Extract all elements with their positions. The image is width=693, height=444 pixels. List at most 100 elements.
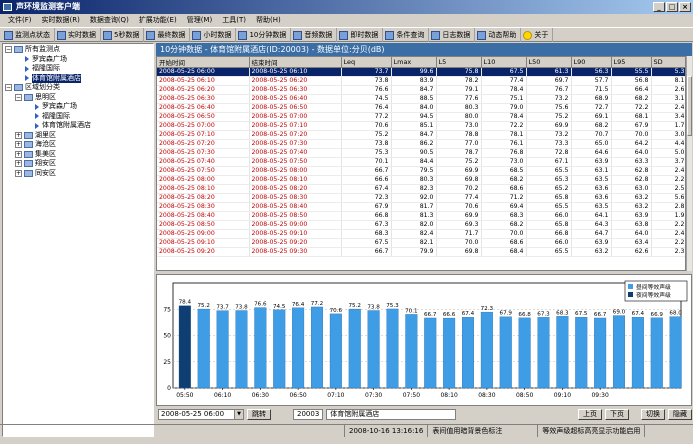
table-row[interactable]: 2008-05-25 06:20 2008-05-25 06:30 76.6 84.7… (157, 85, 685, 95)
toolbar-button[interactable]: 条件查询 (383, 28, 430, 42)
tree-node[interactable]: 福隆国际 (35, 112, 70, 121)
column-header[interactable]: L50 (526, 57, 572, 68)
table-row[interactable]: 2008-05-25 06:00 2008-05-25 06:10 73.7 99.6… (157, 67, 685, 77)
tree-node[interactable]: + 同安区 (15, 169, 56, 178)
table-cell: 2008-05-25 07:50 (157, 166, 250, 176)
table-cell: 69.3 (436, 220, 482, 230)
date-select[interactable]: 2008-05-25 06:00 ▼ (158, 408, 244, 420)
tree-node[interactable]: + 集美区 (15, 150, 56, 159)
tree-node[interactable]: + 湖里区 (15, 131, 56, 140)
tree-node[interactable]: 罗宾森广场 (25, 55, 67, 64)
column-header[interactable]: L10 (481, 57, 527, 68)
column-header[interactable]: Leq (341, 57, 392, 68)
tree-node[interactable]: 福隆国际 (25, 64, 60, 73)
table-row[interactable]: 2008-05-25 07:20 2008-05-25 07:30 73.8 86.2… (157, 139, 685, 149)
column-header[interactable]: 结束时间 (249, 57, 342, 68)
expand-toggle-icon[interactable]: − (5, 46, 12, 53)
jump-button[interactable]: 跳转 (247, 408, 271, 420)
tree-node[interactable]: + 海沧区 (15, 140, 56, 149)
column-header[interactable]: L95 (611, 57, 652, 68)
table-scrollbar[interactable] (686, 56, 692, 271)
table-row[interactable]: 2008-05-25 07:10 2008-05-25 07:20 75.2 84.7… (157, 130, 685, 140)
tree-node[interactable]: − 所有监测点 (5, 45, 60, 54)
table-cell: 66.0 (526, 238, 572, 248)
table-row[interactable]: 2008-05-25 09:10 2008-05-25 09:20 67.5 82.1… (157, 238, 685, 248)
table-row[interactable]: 2008-05-25 08:10 2008-05-25 08:20 67.4 82.3… (157, 184, 685, 194)
expand-toggle-icon[interactable]: + (15, 169, 22, 177)
menu-query[interactable]: 数据查询(Q) (85, 14, 134, 27)
table-cell: 94.5 (391, 112, 437, 122)
toolbar-button[interactable]: 5秒数据 (101, 28, 145, 42)
table-row[interactable]: 2008-05-25 08:00 2008-05-25 08:10 66.6 80.3… (157, 175, 685, 185)
table-row[interactable]: 2008-05-25 07:50 2008-05-25 08:00 66.7 79.5… (157, 166, 685, 176)
table-row[interactable]: 2008-05-25 09:20 2008-05-25 09:30 66.7 79.9… (157, 247, 685, 257)
table-cell: 80.3 (391, 175, 437, 185)
column-header[interactable]: SD (651, 57, 685, 68)
toolbar-button[interactable]: 最终数据 (144, 28, 191, 42)
maximize-button[interactable]: □ (666, 2, 678, 12)
menu-realtime[interactable]: 实时数据(R) (37, 14, 85, 27)
station-icon (35, 113, 39, 119)
table-row[interactable]: 2008-05-25 06:40 2008-05-25 06:50 76.4 84.0… (157, 103, 685, 113)
toolbar-button[interactable]: 即时数据 (337, 28, 384, 42)
menu-help[interactable]: 帮助(H) (251, 14, 286, 27)
tree-node[interactable]: 体育馆附属酒店 (35, 121, 91, 130)
expand-toggle-icon[interactable]: + (15, 150, 22, 158)
toolbar-button[interactable]: 实时数据 (55, 28, 101, 42)
close-button[interactable]: × (679, 2, 691, 12)
toolbar-button[interactable]: 动态帮助 (475, 28, 522, 42)
expand-toggle-icon[interactable]: − (5, 84, 12, 91)
tree-node[interactable]: 罗宾森广场 (35, 102, 77, 111)
switch-button[interactable]: 切换 (641, 408, 665, 420)
menu-manage[interactable]: 管理(M) (182, 14, 218, 27)
table-row[interactable]: 2008-05-25 08:40 2008-05-25 08:50 66.8 81.3… (157, 211, 685, 221)
toolbar-button[interactable]: 10分钟数据 (236, 28, 292, 42)
table-row[interactable]: 2008-05-25 08:20 2008-05-25 08:30 72.3 92.0… (157, 193, 685, 203)
menu-extend[interactable]: 扩展功能(E) (134, 14, 182, 27)
table-cell: 2008-05-25 07:00 (157, 121, 250, 131)
table-cell: 69.4 (481, 202, 527, 212)
toolbar-button[interactable]: 日志数据 (429, 28, 476, 42)
expand-toggle-icon[interactable]: + (15, 131, 22, 139)
table-row[interactable]: 2008-05-25 08:50 2008-05-25 09:00 67.3 82.0… (157, 220, 685, 230)
toolbar-button[interactable]: 监测点状态 (2, 28, 55, 42)
table-cell: 80.0 (436, 112, 482, 122)
table-row[interactable]: 2008-05-25 08:30 2008-05-25 08:40 67.9 81.7… (157, 202, 685, 212)
table-row[interactable]: 2008-05-25 06:10 2008-05-25 06:20 73.8 83.9… (157, 76, 685, 86)
tree-node[interactable]: − 思明区 (15, 93, 56, 102)
tree-node-label: 体育馆附属酒店 (42, 121, 91, 129)
minimize-button[interactable]: _ (653, 2, 665, 12)
scroll-thumb[interactable] (687, 76, 692, 136)
expand-toggle-icon[interactable]: + (15, 160, 22, 167)
toolbar-button[interactable]: 小时数据 (190, 28, 237, 42)
prev-page-button[interactable]: 上页 (578, 408, 602, 420)
table-cell: 69.9 (436, 211, 482, 221)
table-row[interactable]: 2008-05-25 07:30 2008-05-25 07:40 75.3 90.5… (157, 148, 685, 158)
table-cell: 2.2 (651, 175, 685, 185)
expand-toggle-icon[interactable]: − (15, 93, 22, 101)
table-row[interactable]: 2008-05-25 06:30 2008-05-25 06:40 74.5 88.5… (157, 94, 685, 104)
table-cell: 75.2 (526, 112, 572, 122)
tree-node[interactable]: + 翔安区 (15, 159, 56, 168)
hide-button[interactable]: 隐藏 (668, 408, 692, 420)
table-row[interactable]: 2008-05-25 07:40 2008-05-25 07:50 70.1 84.4… (157, 157, 685, 167)
table-cell: 75.2 (341, 130, 392, 140)
toolbar-button[interactable]: 音频数据 (291, 28, 338, 42)
table-row[interactable]: 2008-05-25 07:00 2008-05-25 07:10 70.6 85.1… (157, 121, 685, 131)
column-header[interactable]: Lmax (391, 57, 437, 68)
column-header[interactable]: L5 (436, 57, 482, 68)
menu-file[interactable]: 文件(F) (3, 14, 37, 27)
toolbar-button[interactable]: 关于 (521, 28, 554, 42)
chevron-down-icon[interactable]: ▼ (234, 409, 243, 419)
tree-node-label: 集美区 (35, 149, 56, 158)
column-header[interactable]: 开始时间 (157, 57, 250, 68)
table-cell: 71.7 (436, 229, 482, 239)
tree-node[interactable]: 体育馆附属酒店 (25, 73, 81, 83)
column-header[interactable]: L90 (571, 57, 612, 68)
expand-toggle-icon[interactable]: + (15, 141, 22, 148)
table-row[interactable]: 2008-05-25 09:00 2008-05-25 09:10 68.3 82.4… (157, 229, 685, 239)
tree-node[interactable]: − 区域划分类 (5, 83, 60, 92)
next-page-button[interactable]: 下页 (605, 408, 629, 420)
menu-tools[interactable]: 工具(T) (217, 14, 251, 27)
table-row[interactable]: 2008-05-25 06:50 2008-05-25 07:00 77.2 94.5… (157, 112, 685, 122)
